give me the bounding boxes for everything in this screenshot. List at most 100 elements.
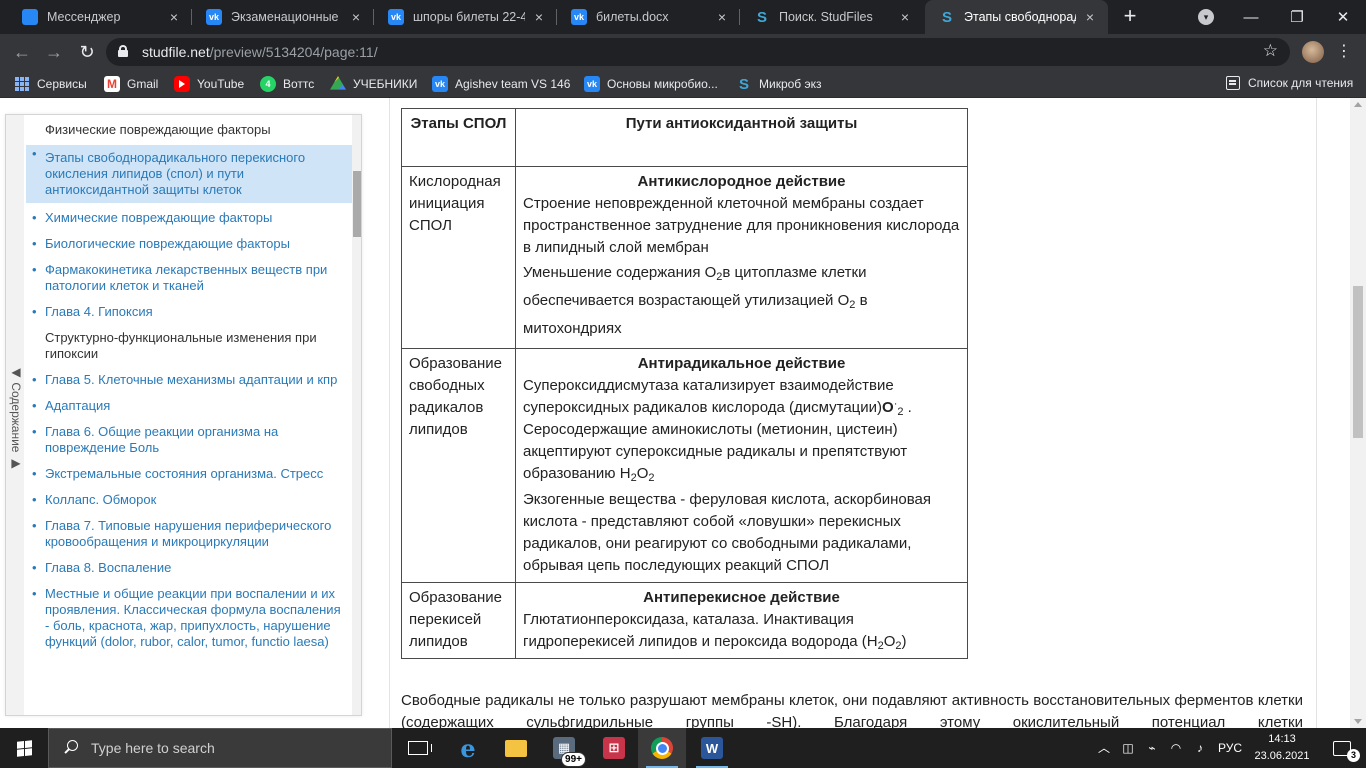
taskbar-chrome[interactable]: [638, 728, 686, 768]
back-arrow-icon[interactable]: ←: [10, 40, 34, 64]
taskbar-store[interactable]: ▦ 99+: [540, 728, 588, 768]
tab-active-page[interactable]: S Этапы свободноради ×: [925, 0, 1108, 34]
tab-studfiles-search[interactable]: S Поиск. StudFiles ×: [740, 0, 923, 34]
close-icon[interactable]: ×: [531, 9, 547, 25]
taskbar-search[interactable]: Type here to search: [48, 728, 392, 768]
scroll-down-arrow-icon[interactable]: [1354, 719, 1362, 724]
volume-icon[interactable]: ♪: [1192, 740, 1208, 756]
browser-toolbar: ← → ↻ studfile.net/preview/5134204/page:…: [0, 34, 1366, 70]
protection-cell: Антиперекисное действие Глютатионперокси…: [515, 582, 968, 659]
close-icon[interactable]: ×: [714, 9, 730, 25]
show-hidden-icons-chevron-icon[interactable]: ︿: [1096, 740, 1112, 756]
taskbar-word[interactable]: W: [688, 728, 736, 768]
tab-tickets-docx[interactable]: vk билеты.docx ×: [557, 0, 740, 34]
bookmark-votts[interactable]: 4 Воттс: [260, 76, 314, 92]
vk-messenger-icon: [22, 9, 38, 25]
bookmark-microb-exam[interactable]: S Микроб экз: [736, 76, 822, 93]
gift-icon: ⊞: [603, 737, 625, 759]
toc-item[interactable]: Фармакокинетика лекарственных веществ пр…: [26, 261, 352, 295]
vk-icon: vk: [388, 9, 404, 25]
cell-text: Супероксиддисмутаза катализирует взаимод…: [523, 377, 912, 418]
toc-item[interactable]: Биологические повреждающие факторы: [26, 235, 352, 253]
new-tab-button[interactable]: +: [1118, 4, 1142, 28]
tab-cheat-sheets[interactable]: vk шпоры билеты 22-42 ×: [374, 0, 557, 34]
meet-now-icon[interactable]: ◫: [1120, 740, 1136, 756]
close-icon[interactable]: ×: [348, 9, 364, 25]
stage-cell: Образование перекисей липидов: [401, 582, 516, 659]
toc-item[interactable]: Глава 8. Воспаление: [26, 559, 352, 577]
action-center-button[interactable]: 3: [1318, 728, 1366, 768]
header-stages: Этапы СПОЛ: [401, 108, 516, 167]
scroll-up-arrow-icon[interactable]: [1354, 102, 1362, 107]
table-row: Образование перекисей липидов Антипереки…: [401, 582, 968, 659]
toc-scrollbar-thumb[interactable]: [353, 171, 361, 237]
menu-kebab-icon[interactable]: ⋮: [1336, 41, 1352, 61]
toc-scrollbar[interactable]: [352, 115, 361, 715]
windows-taskbar: Type here to search e ▦ 99+ ⊞ W ︿ ◫ ⌁ ◠ ♪…: [0, 728, 1366, 768]
bookmark-services[interactable]: Сервисы: [14, 76, 87, 92]
taskbar-file-explorer[interactable]: [492, 728, 540, 768]
chrome-icon: [651, 737, 673, 759]
page-scrollbar-thumb[interactable]: [1353, 286, 1363, 438]
windows-logo-icon: [16, 739, 32, 757]
task-view-button[interactable]: [394, 728, 442, 768]
toc-item[interactable]: Глава 6. Общие реакции организма на повр…: [26, 423, 352, 457]
toc-item[interactable]: Коллапс. Обморок: [26, 491, 352, 509]
google-drive-icon: [330, 76, 346, 90]
address-bar[interactable]: studfile.net/preview/5134204/page:11/ ☆: [106, 38, 1290, 66]
tab-messenger[interactable]: Мессенджер ×: [8, 0, 192, 34]
taskbar-gift-app[interactable]: ⊞: [590, 728, 638, 768]
close-icon[interactable]: ×: [166, 9, 182, 25]
toc-item[interactable]: Местные и общие реакции при воспалении и…: [26, 585, 352, 651]
minimize-button[interactable]: —: [1228, 0, 1274, 34]
toc-item-active[interactable]: Этапы свободнорадикального перекисного о…: [26, 145, 352, 203]
restore-button[interactable]: ❐: [1274, 0, 1320, 34]
toc-list: Физические повреждающие факторы Этапы св…: [26, 115, 352, 651]
tab-search-icon[interactable]: ▾: [1198, 9, 1214, 25]
toc-item[interactable]: Глава 7. Типовые нарушения периферическо…: [26, 517, 352, 551]
section-title: Антирадикальное действие: [637, 355, 846, 372]
input-language[interactable]: РУС: [1218, 728, 1242, 768]
start-button[interactable]: [0, 728, 48, 768]
toc-item: Физические повреждающие факторы: [45, 122, 271, 137]
bookmark-gmail[interactable]: M Gmail: [104, 76, 158, 92]
apps-grid-icon: [14, 76, 30, 92]
clock-date: 23.06.2021: [1254, 750, 1310, 762]
bookmark-microbiology-basics[interactable]: vk Основы микробио...: [584, 76, 718, 92]
word-icon: W: [701, 737, 723, 759]
url-text[interactable]: studfile.net/preview/5134204/page:11/: [142, 44, 378, 60]
system-clock[interactable]: 14:13 23.06.2021: [1248, 731, 1316, 765]
close-icon[interactable]: ×: [1082, 9, 1098, 25]
toc-tab-label[interactable]: ◀ Содержание ▶: [7, 365, 23, 470]
gmail-icon: M: [104, 76, 120, 92]
bookmark-textbooks[interactable]: УЧЕБНИКИ: [330, 76, 417, 92]
toc-item[interactable]: Глава 5. Клеточные механизмы адаптации и…: [26, 371, 352, 389]
tab-exam-questions[interactable]: vk Экзаменационные за ×: [192, 0, 374, 34]
bookmarks-bar: Сервисы M Gmail YouTube 4 Воттс УЧЕБНИКИ…: [0, 70, 1366, 98]
tab-title: Экзаменационные за: [231, 10, 342, 24]
toc-item[interactable]: Адаптация: [26, 397, 352, 415]
profile-avatar[interactable]: [1302, 41, 1324, 63]
toc-item: Структурно-функциональные изменения при …: [45, 330, 317, 361]
close-icon[interactable]: ×: [897, 9, 913, 25]
reading-list-button[interactable]: Список для чтения: [1226, 76, 1353, 90]
cell-text: Уменьшение содержания О2в цитоплазме кле…: [523, 264, 868, 337]
page-scrollbar[interactable]: [1350, 98, 1366, 728]
forward-arrow-icon[interactable]: →: [42, 40, 66, 64]
bookmark-star-icon[interactable]: ☆: [1263, 41, 1278, 61]
toc-toggle-strip[interactable]: ◀ Содержание ▶: [6, 115, 24, 715]
stage-cell: Кислородная инициация СПОЛ: [401, 166, 516, 349]
wifi-icon[interactable]: ◠: [1168, 740, 1184, 756]
bookmark-youtube[interactable]: YouTube: [174, 76, 244, 92]
toc-item[interactable]: Химические повреждающие факторы: [26, 209, 352, 227]
folder-icon: [505, 739, 527, 757]
taskbar-edge[interactable]: e: [444, 728, 492, 768]
lock-icon[interactable]: [118, 45, 128, 57]
bookmark-agishev-team[interactable]: vk Agishev team VS 146: [432, 76, 570, 92]
window-close-button[interactable]: ✕: [1320, 0, 1366, 34]
power-plug-icon[interactable]: ⌁: [1144, 740, 1160, 756]
reload-icon[interactable]: ↻: [75, 40, 99, 64]
toc-item[interactable]: Экстремальные состояния организма. Стрес…: [26, 465, 352, 483]
toc-item[interactable]: Глава 4. Гипоксия: [26, 303, 352, 321]
studfiles-icon: S: [941, 8, 952, 26]
